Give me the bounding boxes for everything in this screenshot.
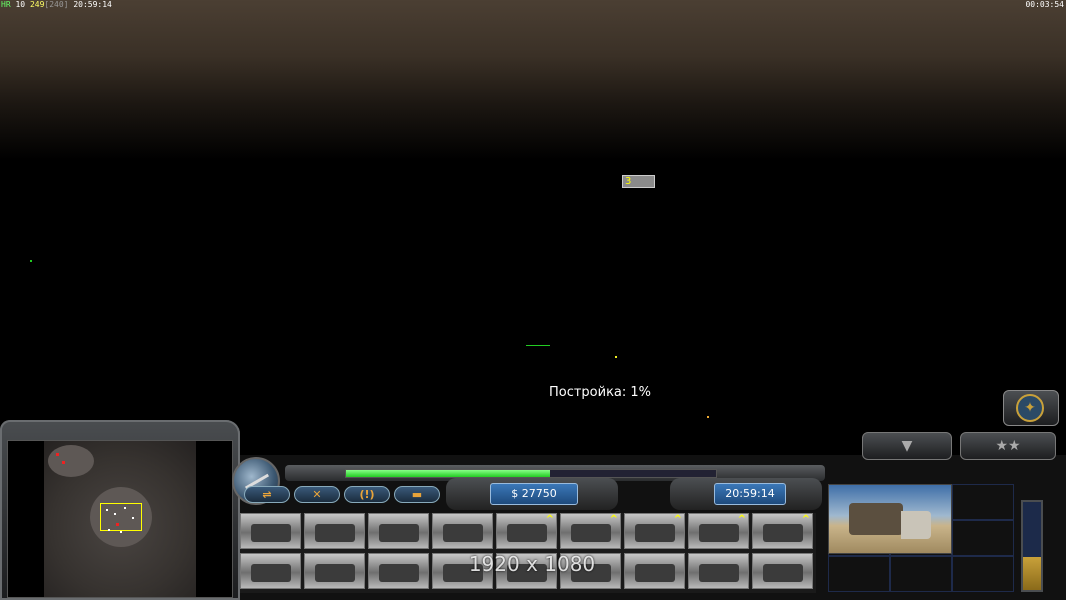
repair-icon: ✕ [312, 488, 322, 501]
unit-dot [114, 513, 116, 515]
repair-button[interactable]: ✕ [294, 486, 340, 503]
structure-icon [571, 524, 611, 542]
unit-dot [124, 507, 126, 509]
build-slot-17[interactable] [688, 553, 749, 589]
build-slot-4[interactable] [432, 513, 493, 549]
build-slot-1[interactable] [240, 513, 301, 549]
enemy-marker [56, 453, 59, 456]
upgrade-icon: ^ [673, 514, 682, 525]
unit-marker [30, 260, 32, 262]
structure-icon [315, 564, 355, 582]
sky-background [0, 0, 1066, 160]
alert-icon: (!) [359, 488, 375, 501]
queue-slot[interactable] [952, 484, 1014, 520]
panel-up-button[interactable]: ▼ [862, 432, 952, 460]
enemy-marker [62, 461, 65, 464]
structure-icon [699, 524, 739, 542]
hud-tag: HR [1, 0, 11, 9]
build-slot-7[interactable]: ^ [624, 513, 685, 549]
build-slot-9[interactable]: ^ [752, 513, 813, 549]
structure-icon [379, 524, 419, 542]
minimap-terrain [44, 441, 196, 597]
upgrade-icon: ^ [737, 514, 746, 525]
unit-marker [615, 356, 617, 358]
alert-button[interactable]: (!) [344, 486, 390, 503]
unit-dot [106, 509, 108, 511]
compass-icon: ✦ [1016, 394, 1044, 422]
minimap-viewport[interactable] [100, 503, 142, 531]
structure-icon [699, 564, 739, 582]
hud-stats: HR 10 249[240] 20:59:14 [1, 0, 112, 10]
build-slot-16[interactable] [624, 553, 685, 589]
structure-icon [507, 524, 547, 542]
hud-fps: 10 [15, 0, 26, 9]
build-slot-3[interactable] [368, 513, 429, 549]
power-gauge [1021, 500, 1043, 592]
unit-dot [108, 529, 110, 531]
hud-units: 249 [29, 0, 45, 9]
unit-marker [707, 416, 709, 418]
compass-button[interactable]: ✦ [1003, 390, 1059, 426]
panel-rank-button[interactable]: ★★ [960, 432, 1056, 460]
structure-icon [635, 564, 675, 582]
hud-elapsed: 00:03:54 [1025, 0, 1064, 9]
dozer-blade-icon [901, 511, 931, 539]
build-slot-18[interactable] [752, 553, 813, 589]
structure-icon [379, 564, 419, 582]
upgrade-icon: ^ [801, 514, 810, 525]
construction-progress: Постройка: 1% [548, 385, 652, 400]
game-clock-display: 20:59:14 [714, 483, 786, 505]
build-slot-6[interactable]: ^ [560, 513, 621, 549]
ladder-button[interactable]: ⇌ [244, 486, 290, 503]
structure-icon [251, 524, 291, 542]
ladder-icon: ⇌ [262, 488, 272, 501]
build-slot-10[interactable] [240, 553, 301, 589]
build-slot-11[interactable] [304, 553, 365, 589]
queue-slot[interactable] [952, 520, 1014, 556]
chat-button[interactable]: ▬ [394, 486, 440, 503]
unit-health-bar [526, 345, 550, 346]
money-display: $ 27750 [490, 483, 578, 505]
power-bar-fill [346, 470, 550, 477]
structure-icon [315, 524, 355, 542]
dozer-icon [849, 503, 903, 535]
chat-icon: ▬ [411, 488, 423, 501]
structure-icon [763, 524, 803, 542]
unit-dot [132, 517, 134, 519]
upgrade-icon: ^ [609, 514, 618, 525]
minimap[interactable] [7, 440, 233, 598]
upgrade-icon: ^ [545, 514, 554, 525]
queue-slot[interactable] [890, 556, 952, 592]
queue-slot[interactable] [952, 556, 1014, 592]
unit-dot [120, 531, 122, 533]
queue-slot[interactable] [828, 556, 890, 592]
structure-icon [443, 524, 483, 542]
power-bar [345, 469, 717, 478]
hud-limit: [240] [44, 0, 69, 9]
selected-unit-portrait[interactable] [828, 484, 952, 554]
minimap-patch [48, 445, 94, 477]
build-slot-12[interactable] [368, 553, 429, 589]
build-slot-8[interactable]: ^ [688, 513, 749, 549]
group-number-tag[interactable]: 3 [622, 175, 655, 188]
power-gauge-fill [1023, 556, 1041, 590]
resolution-overlay: 1920 x 1080 [468, 552, 596, 576]
build-slot-5[interactable]: ^ [496, 513, 557, 549]
build-slot-2[interactable] [304, 513, 365, 549]
structure-icon [763, 564, 803, 582]
structure-icon [635, 524, 675, 542]
hud-clock: 20:59:14 [73, 0, 112, 9]
structure-icon [251, 564, 291, 582]
